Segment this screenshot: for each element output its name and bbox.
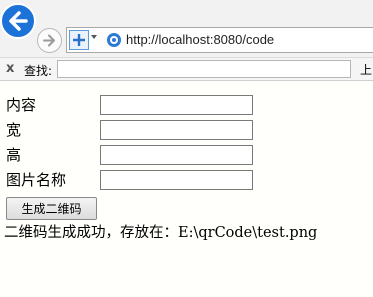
page-content: 内容 宽 高 图片名称 生成二维码 二维码生成成功，存放在：E:\qrCode\…	[0, 82, 373, 297]
find-label: 查找:	[24, 64, 53, 78]
height-input[interactable]	[100, 145, 253, 165]
generate-qrcode-button[interactable]: 生成二维码	[6, 197, 97, 220]
close-icon[interactable]: x	[6, 61, 14, 76]
content-input[interactable]	[100, 95, 253, 115]
forward-button[interactable]	[37, 28, 62, 53]
address-bar[interactable]: http://localhost:8080/code	[66, 27, 373, 53]
chevron-down-icon[interactable]	[91, 35, 97, 39]
image-name-label: 图片名称	[6, 171, 67, 189]
back-button[interactable]	[0, 3, 36, 39]
form-row-height: 高	[6, 144, 266, 166]
url-text[interactable]: http://localhost:8080/code	[126, 32, 274, 47]
image-name-input[interactable]	[100, 170, 253, 190]
form-row-image-name: 图片名称	[6, 169, 266, 191]
find-bar: x 查找: 上	[0, 57, 373, 81]
shield-icon	[73, 34, 85, 46]
form-row-content: 内容	[6, 94, 266, 116]
page-icon	[107, 33, 121, 47]
forward-arrow-icon	[43, 34, 55, 47]
find-previous-button[interactable]: 上	[360, 61, 372, 78]
security-shield-button[interactable]	[69, 30, 89, 50]
content-label: 内容	[6, 96, 37, 114]
width-input[interactable]	[100, 120, 253, 140]
back-arrow-icon	[9, 11, 28, 31]
result-message: 二维码生成成功，存放在：E:\qrCode\test.png	[4, 225, 318, 241]
form-row-width: 宽	[6, 119, 266, 141]
height-label: 高	[6, 146, 22, 164]
find-input[interactable]	[57, 60, 351, 78]
width-label: 宽	[6, 121, 22, 139]
browser-toolbar: http://localhost:8080/code	[0, 0, 373, 57]
